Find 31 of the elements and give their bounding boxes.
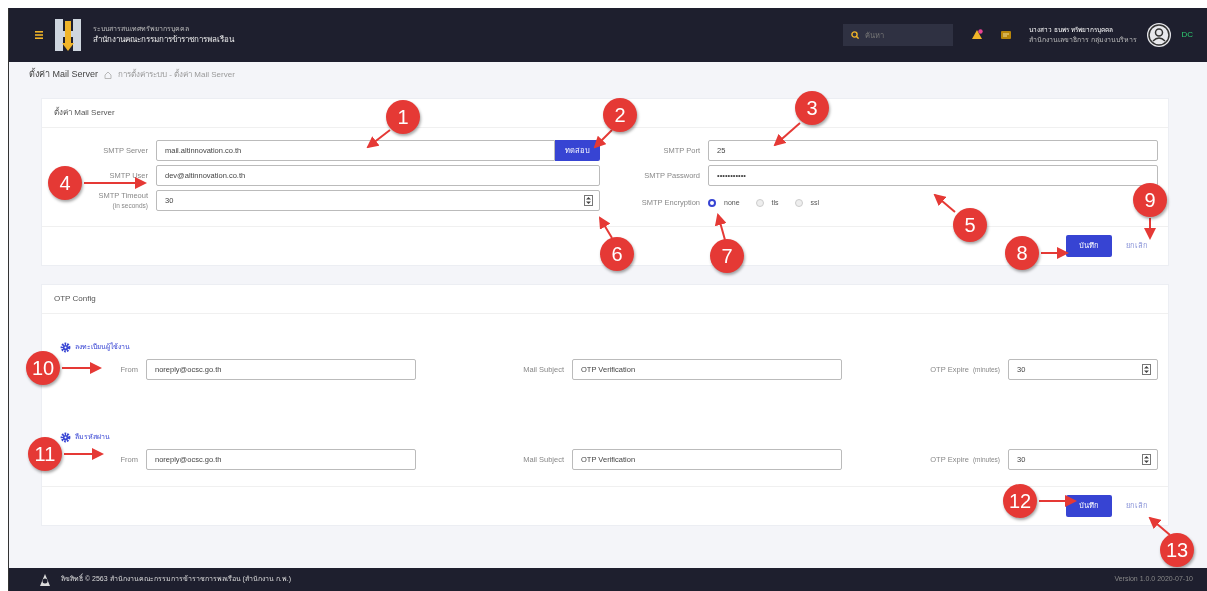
leader-arrow bbox=[1040, 247, 1069, 259]
alert-icon[interactable] bbox=[971, 29, 984, 41]
leader-arrow bbox=[1038, 495, 1077, 507]
mail-icon[interactable] bbox=[1001, 31, 1012, 39]
radio-button[interactable] bbox=[708, 199, 716, 207]
user-initials: DC bbox=[1181, 29, 1193, 41]
leader-arrow bbox=[366, 129, 391, 149]
leader-arrow bbox=[714, 213, 727, 241]
logo-icon bbox=[37, 572, 53, 587]
gear-icon bbox=[60, 432, 71, 443]
leader-arrow bbox=[1144, 217, 1156, 240]
card-title: OTP Config bbox=[42, 285, 1168, 314]
home-icon bbox=[104, 71, 112, 79]
gear-icon bbox=[60, 342, 71, 353]
leader-arrow bbox=[1148, 516, 1171, 536]
spinner-icon bbox=[584, 195, 593, 206]
menu-icon bbox=[35, 31, 43, 39]
logo-icon bbox=[53, 17, 83, 53]
spinner-icon bbox=[1142, 454, 1151, 465]
leader-arrow bbox=[83, 177, 147, 189]
page-title: ตั้งค่า Mail Server bbox=[29, 68, 98, 82]
organization-name: สำนักงานคณะกรรมการข้าราชการพลเรือน bbox=[93, 34, 234, 47]
avatar-icon[interactable] bbox=[1147, 23, 1172, 47]
spinner-icon bbox=[1142, 364, 1151, 375]
leader-arrow bbox=[61, 362, 102, 374]
leader-arrow bbox=[593, 129, 613, 149]
leader-arrow bbox=[63, 448, 104, 460]
search-icon bbox=[851, 31, 860, 39]
leader-arrow bbox=[933, 193, 956, 213]
leader-arrow bbox=[773, 122, 801, 147]
leader-arrow bbox=[598, 216, 613, 239]
